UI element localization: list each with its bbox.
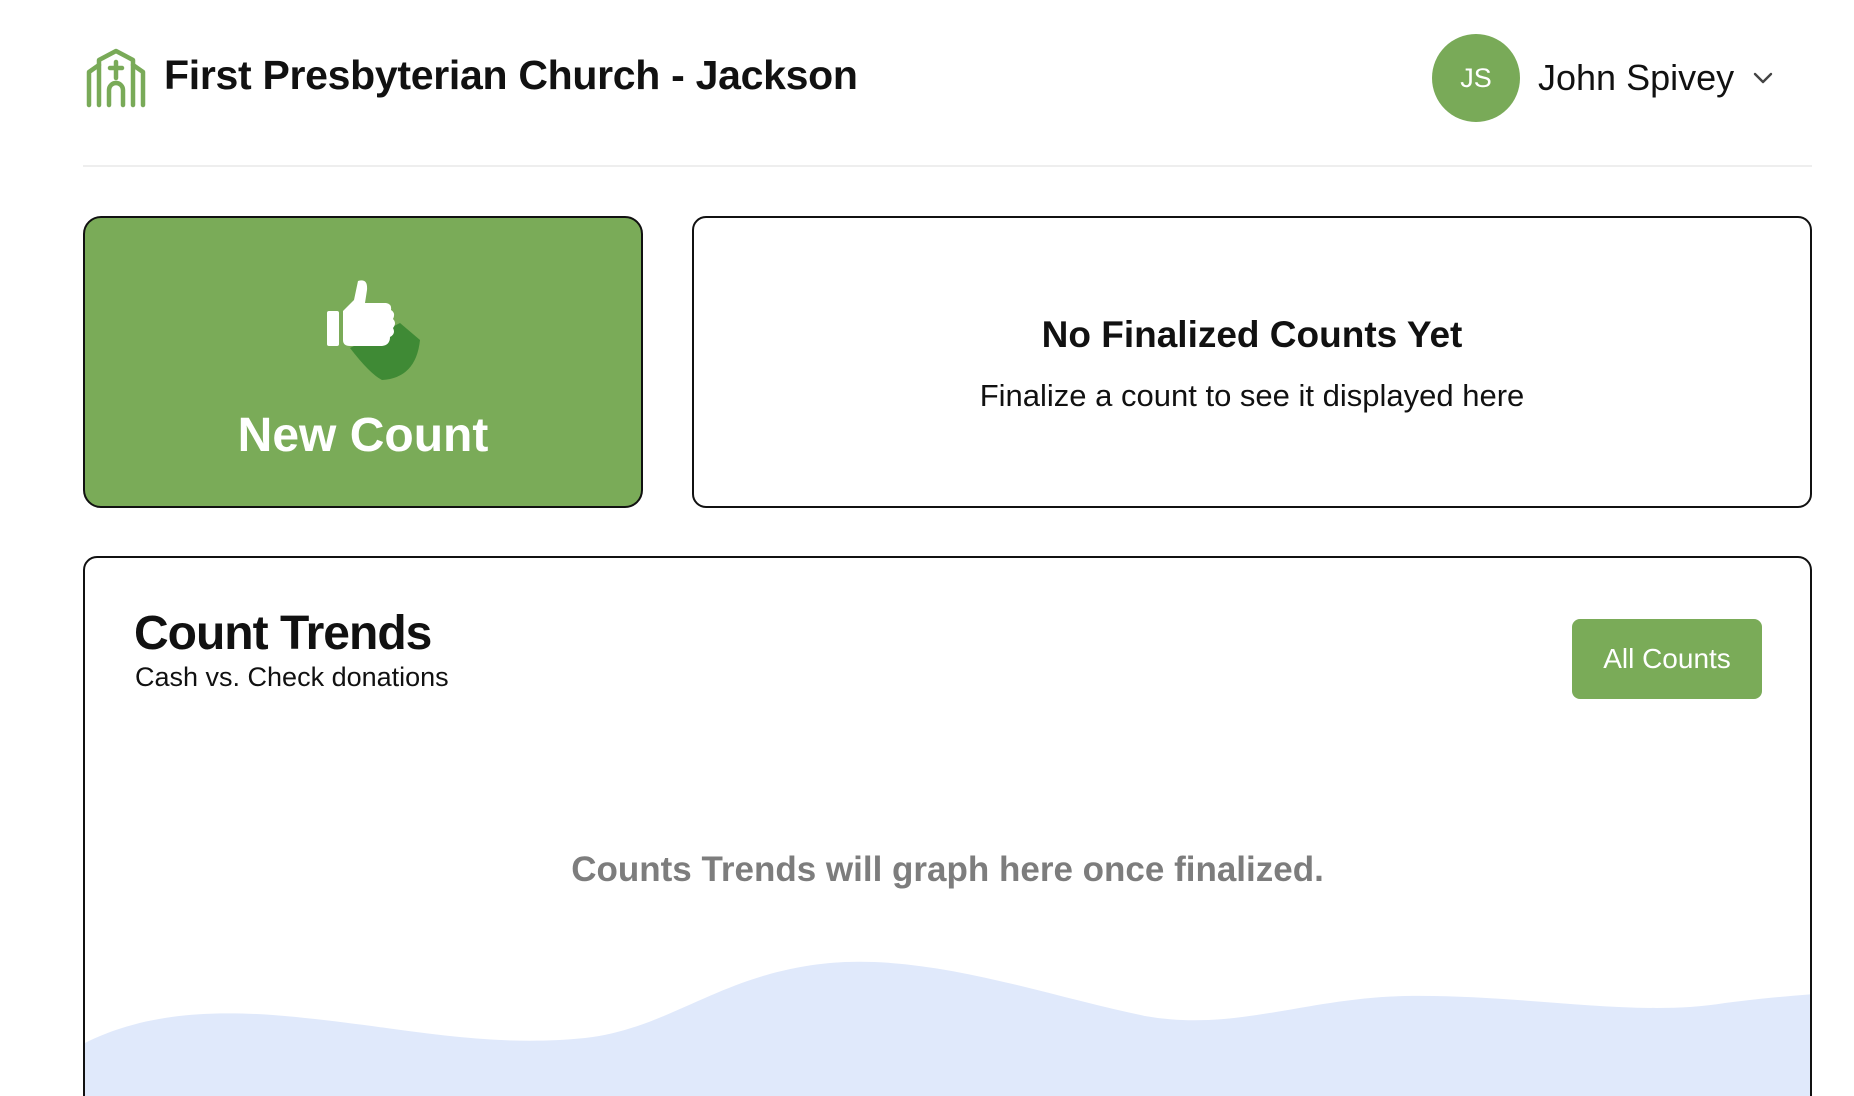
- empty-chart-wave: [85, 961, 1810, 1096]
- avatar: JS: [1432, 34, 1520, 122]
- user-name: John Spivey: [1538, 57, 1735, 98]
- dashboard-page: First Presbyterian Church - Jackson JS J…: [0, 0, 1854, 1096]
- new-count-label: New Count: [237, 409, 489, 462]
- new-count-button[interactable]: New Count: [83, 216, 643, 508]
- finalized-empty-subtitle: Finalize a count to see it displayed her…: [979, 378, 1525, 413]
- trends-empty-message: Counts Trends will graph here once final…: [571, 850, 1324, 889]
- user-menu[interactable]: JS John Spivey: [1432, 34, 1812, 122]
- top-header: First Presbyterian Church - Jackson JS J…: [83, 0, 1812, 167]
- trends-subtitle: Cash vs. Check donations: [135, 662, 449, 692]
- organization-name: First Presbyterian Church - Jackson: [164, 52, 858, 98]
- church-icon: [86, 48, 146, 108]
- chevron-down-icon[interactable]: [1751, 66, 1775, 90]
- trends-title: Count Trends: [134, 607, 432, 660]
- finalized-empty-title: No Finalized Counts Yet: [1041, 314, 1463, 355]
- finalized-counts-card: No Finalized Counts Yet Finalize a count…: [692, 216, 1812, 508]
- all-counts-button[interactable]: All Counts: [1572, 619, 1762, 699]
- thumbs-up-icon: [327, 280, 420, 380]
- count-trends-card: Count Trends Cash vs. Check donations Al…: [83, 556, 1812, 1096]
